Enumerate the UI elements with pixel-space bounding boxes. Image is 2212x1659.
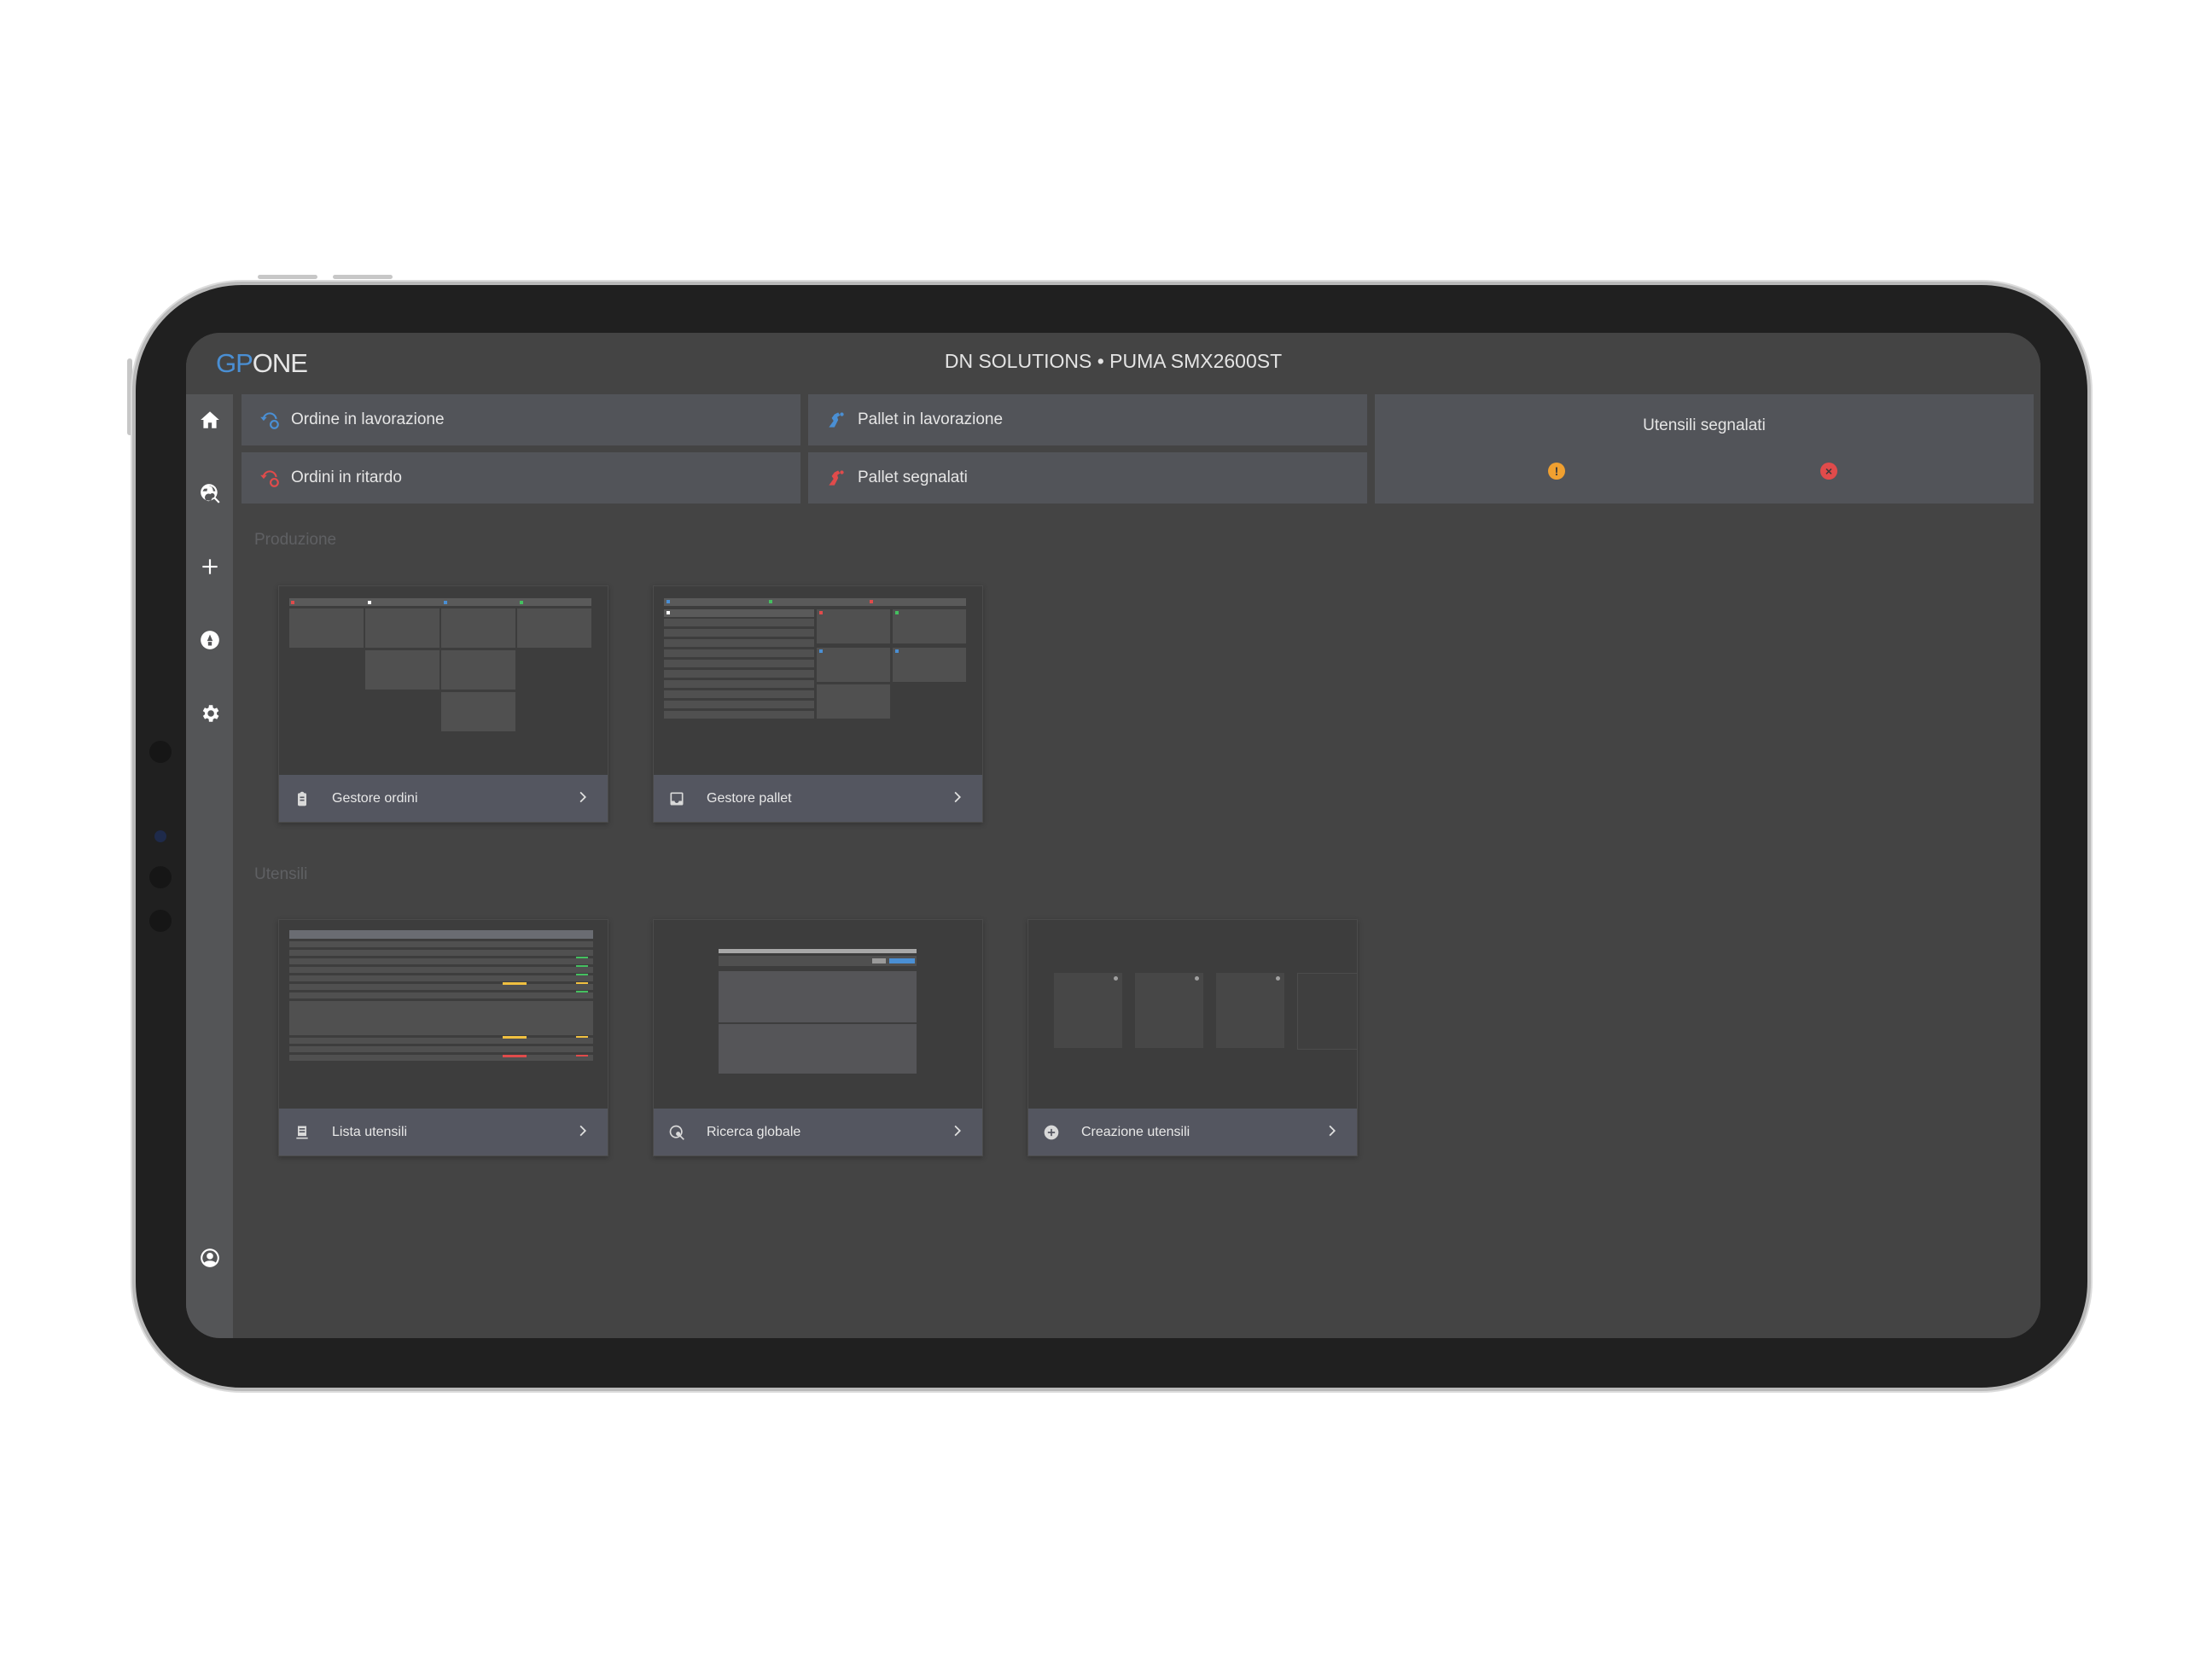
card-thumbnail xyxy=(279,586,608,776)
tool-list-icon xyxy=(293,1123,311,1142)
card-lista-utensili[interactable]: Lista utensili xyxy=(278,919,608,1156)
section-produzione: Produzione xyxy=(254,531,337,549)
gear-icon[interactable] xyxy=(198,701,222,725)
order-late-icon xyxy=(260,470,279,487)
card-ricerca-globale[interactable]: Ricerca globale xyxy=(653,919,983,1156)
machine-title: DN SOLUTIONS • PUMA SMX2600ST xyxy=(944,350,1283,372)
stat-label: Pallet segnalati xyxy=(858,469,968,486)
stat-label: Ordini in ritardo xyxy=(291,469,402,486)
card-footer: Lista utensili xyxy=(279,1109,608,1155)
warning-icon[interactable]: ! xyxy=(1548,463,1565,480)
card-label: Gestore ordini xyxy=(332,790,418,806)
card-thumbnail xyxy=(654,586,982,776)
app-screen: GPONE DN SOLUTIONS • PUMA SMX2600ST Ordi… xyxy=(186,333,2040,1338)
utensili-segnalati-panel[interactable]: Utensili segnalati ! × xyxy=(1375,394,2034,504)
chevron-right-icon xyxy=(573,789,591,806)
card-label: Lista utensili xyxy=(332,1124,408,1139)
home-icon[interactable] xyxy=(198,408,222,432)
stat-ordini-in-ritardo[interactable]: Ordini in ritardo xyxy=(242,452,800,504)
card-gestore-ordini[interactable]: Gestore ordini xyxy=(278,585,608,823)
utensili-segnalati-title: Utensili segnalati xyxy=(1643,416,1766,434)
device-top-button-1 xyxy=(258,275,317,279)
pallet-alert-icon xyxy=(829,470,844,486)
card-thumbnail xyxy=(1028,920,1357,1109)
card-label: Ricerca globale xyxy=(707,1124,801,1139)
user-circle-icon[interactable] xyxy=(198,1246,222,1270)
order-sync-icon xyxy=(260,412,279,429)
stat-ordine-in-lavorazione[interactable]: Ordine in lavorazione xyxy=(242,394,800,445)
device-top-button-2 xyxy=(333,275,393,279)
clipboard-icon xyxy=(293,789,311,808)
card-thumbnail xyxy=(654,920,982,1109)
top-bar: GPONE DN SOLUTIONS • PUMA SMX2600ST xyxy=(186,333,2040,394)
sidebar xyxy=(186,394,233,1338)
error-icon[interactable]: × xyxy=(1820,463,1837,480)
chevron-right-icon xyxy=(948,789,965,806)
card-thumbnail xyxy=(279,920,608,1109)
stat-label: Ordine in lavorazione xyxy=(291,410,445,428)
device-camera-lens xyxy=(154,830,166,842)
chevron-right-icon xyxy=(573,1122,591,1139)
card-gestore-pallet[interactable]: Gestore pallet xyxy=(653,585,983,823)
stat-label: Pallet in lavorazione xyxy=(858,410,1004,428)
device-camera-3 xyxy=(149,910,172,932)
card-footer: Gestore ordini xyxy=(279,775,608,822)
stat-pallet-in-lavorazione[interactable]: Pallet in lavorazione xyxy=(808,394,1367,445)
global-search-icon[interactable] xyxy=(198,481,222,505)
stat-pallet-segnalati[interactable]: Pallet segnalati xyxy=(808,452,1367,504)
card-footer: Creazione utensili xyxy=(1028,1109,1357,1155)
pallet-robot-icon xyxy=(829,412,844,428)
device-camera-2 xyxy=(149,866,172,888)
card-label: Creazione utensili xyxy=(1081,1124,1190,1139)
inbox-icon xyxy=(667,789,686,808)
chevron-right-icon xyxy=(948,1122,965,1139)
section-utensili: Utensili xyxy=(254,865,308,883)
chevron-right-icon xyxy=(1323,1122,1340,1139)
device-camera-1 xyxy=(149,741,172,763)
plus-icon[interactable] xyxy=(198,555,222,579)
add-circle-icon xyxy=(1042,1123,1061,1142)
card-footer: Ricerca globale xyxy=(654,1109,982,1155)
card-label: Gestore pallet xyxy=(707,790,792,806)
global-search-icon xyxy=(667,1123,686,1142)
tool-circle-icon[interactable] xyxy=(198,628,222,652)
card-creazione-utensili[interactable]: Creazione utensili xyxy=(1027,919,1358,1156)
card-footer: Gestore pallet xyxy=(654,775,982,822)
